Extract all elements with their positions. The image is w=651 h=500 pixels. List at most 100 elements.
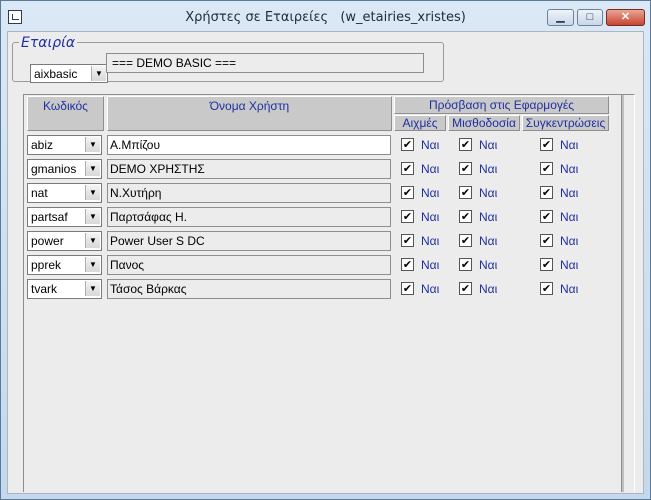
- minimize-button[interactable]: ▁: [547, 9, 574, 26]
- checkbox-label: Ναι: [560, 162, 579, 176]
- user-code-dropdown[interactable]: tvark ▼: [27, 279, 102, 299]
- checkbox-label: Ναι: [560, 258, 579, 272]
- table-row[interactable]: abiz ▼ Α.Μπίζου ✔ Ναι ✔ Ναι ✔ Ναι: [27, 133, 587, 157]
- checkbox-label: Ναι: [421, 210, 440, 224]
- checkbox-checked-icon[interactable]: ✔: [540, 186, 553, 199]
- user-name-field[interactable]: Α.Μπίζου: [107, 135, 391, 155]
- checkbox-checked-icon[interactable]: ✔: [459, 138, 472, 151]
- user-code-dropdown[interactable]: abiz ▼: [27, 135, 102, 155]
- minimize-icon: ▁: [556, 11, 565, 23]
- checkbox-label: Ναι: [421, 162, 440, 176]
- checkbox-label: Ναι: [421, 234, 440, 248]
- user-code-dropdown[interactable]: gmanios ▼: [27, 159, 102, 179]
- checkbox-label: Ναι: [560, 210, 579, 224]
- checkbox-checked-icon[interactable]: ✔: [401, 258, 414, 271]
- user-code-value: nat: [31, 186, 48, 200]
- checkbox-label: Ναι: [479, 258, 498, 272]
- checkbox-label: Ναι: [479, 138, 498, 152]
- user-code-dropdown[interactable]: partsaf ▼: [27, 207, 102, 227]
- chevron-down-icon[interactable]: ▼: [85, 137, 100, 152]
- user-code-dropdown[interactable]: pprek ▼: [27, 255, 102, 275]
- checkbox-label: Ναι: [421, 282, 440, 296]
- table-row[interactable]: power ▼ Power User S DC ✔ Ναι ✔ Ναι ✔ Ναι: [27, 229, 587, 253]
- company-group-label: Εταιρία: [19, 35, 78, 51]
- checkbox-label: Ναι: [479, 162, 498, 176]
- checkbox-label: Ναι: [421, 186, 440, 200]
- user-name-field[interactable]: Power User S DC: [107, 231, 391, 251]
- checkbox-checked-icon[interactable]: ✔: [459, 258, 472, 271]
- column-header-code[interactable]: Κωδικός: [27, 96, 104, 131]
- chevron-down-icon[interactable]: ▼: [91, 66, 106, 81]
- column-header-access-group[interactable]: Πρόσβαση στις Εφαρμογές: [394, 96, 609, 114]
- checkbox-label: Ναι: [560, 234, 579, 248]
- table-row[interactable]: gmanios ▼ DEMO ΧΡΗΣΤΗΣ ✔ Ναι ✔ Ναι ✔ Ναι: [27, 157, 587, 181]
- company-name-field: === DEMO BASIC ===: [106, 53, 424, 73]
- column-header-app1[interactable]: Αιχμές: [394, 115, 446, 131]
- checkbox-checked-icon[interactable]: ✔: [540, 138, 553, 151]
- checkbox-checked-icon[interactable]: ✔: [459, 210, 472, 223]
- table-row[interactable]: nat ▼ Ν.Χυτήρη ✔ Ναι ✔ Ναι ✔ Ναι: [27, 181, 587, 205]
- client-area: Εταιρία aixbasic ▼ === DEMO BASIC === Κω…: [7, 31, 644, 494]
- checkbox-label: Ναι: [560, 138, 579, 152]
- table-row[interactable]: tvark ▼ Τάσος Βάρκας ✔ Ναι ✔ Ναι ✔ Ναι: [27, 277, 587, 301]
- company-code-value: aixbasic: [34, 67, 78, 81]
- checkbox-label: Ναι: [560, 282, 579, 296]
- user-name-field[interactable]: Πανος: [107, 255, 391, 275]
- user-name-field[interactable]: Παρτσάφας Η.: [107, 207, 391, 227]
- table-row[interactable]: pprek ▼ Πανος ✔ Ναι ✔ Ναι ✔ Ναι: [27, 253, 587, 277]
- checkbox-checked-icon[interactable]: ✔: [459, 282, 472, 295]
- close-button[interactable]: ✕: [606, 9, 645, 26]
- checkbox-label: Ναι: [479, 282, 498, 296]
- user-code-dropdown[interactable]: nat ▼: [27, 183, 102, 203]
- maximize-icon: □: [586, 11, 594, 23]
- user-name-field[interactable]: Ν.Χυτήρη: [107, 183, 391, 203]
- window-object-name: (w_etairies_xristes): [340, 10, 466, 25]
- user-code-value: partsaf: [31, 210, 68, 224]
- user-code-value: power: [31, 234, 64, 248]
- user-code-value: pprek: [31, 258, 62, 272]
- checkbox-label: Ναι: [479, 210, 498, 224]
- checkbox-label: Ναι: [560, 186, 579, 200]
- user-code-value: tvark: [31, 282, 58, 296]
- checkbox-checked-icon[interactable]: ✔: [401, 138, 414, 151]
- close-icon: ✕: [620, 11, 631, 23]
- checkbox-checked-icon[interactable]: ✔: [540, 282, 553, 295]
- user-name-field[interactable]: DEMO ΧΡΗΣΤΗΣ: [107, 159, 391, 179]
- checkbox-label: Ναι: [421, 138, 440, 152]
- checkbox-checked-icon[interactable]: ✔: [401, 162, 414, 175]
- maximize-button[interactable]: □: [577, 9, 603, 26]
- checkbox-checked-icon[interactable]: ✔: [540, 234, 553, 247]
- chevron-down-icon[interactable]: ▼: [85, 185, 100, 200]
- application-window: Χρήστες σε Εταιρείες (w_etairies_xristes…: [0, 0, 651, 500]
- checkbox-checked-icon[interactable]: ✔: [540, 258, 553, 271]
- column-header-app2[interactable]: Μισθοδοσία: [448, 115, 520, 131]
- checkbox-checked-icon[interactable]: ✔: [540, 162, 553, 175]
- chevron-down-icon[interactable]: ▼: [85, 281, 100, 296]
- chevron-down-icon[interactable]: ▼: [85, 257, 100, 272]
- chevron-down-icon[interactable]: ▼: [85, 209, 100, 224]
- user-code-dropdown[interactable]: power ▼: [27, 231, 102, 251]
- chevron-down-icon[interactable]: ▼: [85, 161, 100, 176]
- title-bar[interactable]: Χρήστες σε Εταιρείες (w_etairies_xristes…: [1, 1, 650, 31]
- checkbox-checked-icon[interactable]: ✔: [459, 162, 472, 175]
- user-code-value: abiz: [31, 138, 54, 152]
- checkbox-label: Ναι: [421, 258, 440, 272]
- checkbox-checked-icon[interactable]: ✔: [401, 234, 414, 247]
- checkbox-checked-icon[interactable]: ✔: [401, 210, 414, 223]
- company-code-dropdown[interactable]: aixbasic ▼: [30, 64, 108, 83]
- checkbox-label: Ναι: [479, 186, 498, 200]
- checkbox-checked-icon[interactable]: ✔: [459, 234, 472, 247]
- user-name-field[interactable]: Τάσος Βάρκας: [107, 279, 391, 299]
- checkbox-checked-icon[interactable]: ✔: [401, 186, 414, 199]
- checkbox-checked-icon[interactable]: ✔: [459, 186, 472, 199]
- window-title-text: Χρήστες σε Εταιρείες: [185, 10, 329, 25]
- column-header-app3[interactable]: Συγκεντρώσεις: [522, 115, 609, 131]
- chevron-down-icon[interactable]: ▼: [85, 233, 100, 248]
- checkbox-label: Ναι: [479, 234, 498, 248]
- table-row[interactable]: partsaf ▼ Παρτσάφας Η. ✔ Ναι ✔ Ναι ✔ Ναι: [27, 205, 587, 229]
- checkbox-checked-icon[interactable]: ✔: [401, 282, 414, 295]
- column-header-user-name[interactable]: Όνομα Χρήστη: [107, 96, 392, 131]
- company-name-value: === DEMO BASIC ===: [112, 56, 237, 70]
- user-code-value: gmanios: [31, 162, 77, 176]
- checkbox-checked-icon[interactable]: ✔: [540, 210, 553, 223]
